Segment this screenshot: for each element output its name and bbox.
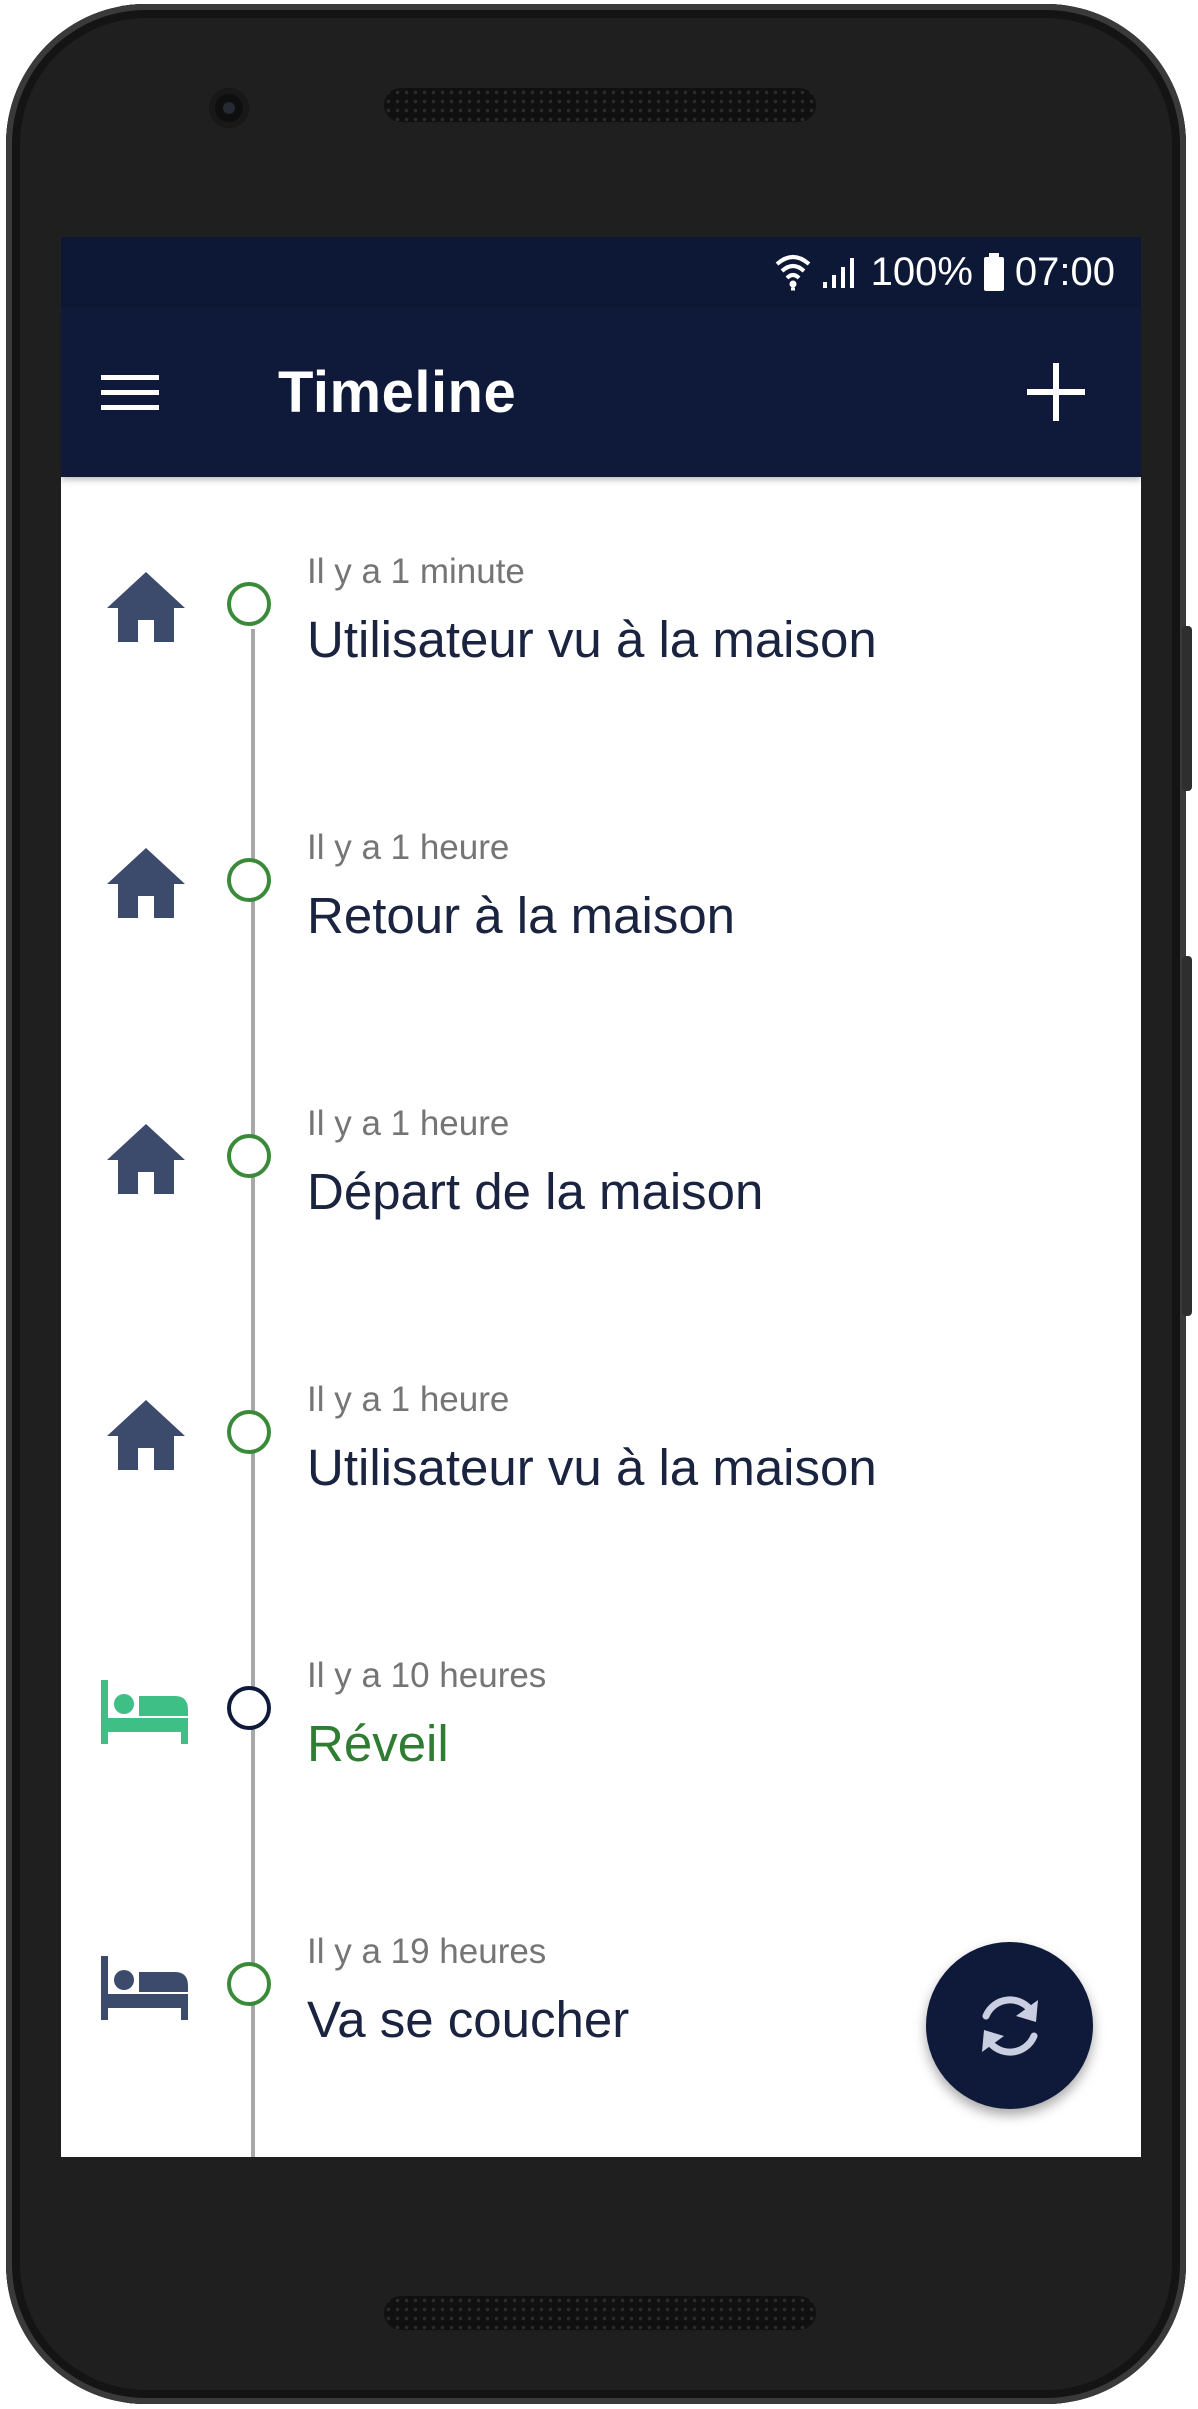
menu-icon[interactable] (101, 362, 161, 422)
item-label: Utilisateur vu à la maison (307, 611, 877, 668)
power-button (1182, 626, 1192, 791)
item-time: Il y a 1 heure (307, 1380, 510, 1419)
item-time: Il y a 1 heure (307, 828, 510, 867)
volume-button (1182, 956, 1192, 1316)
timeline-dot (227, 582, 271, 626)
timeline-list: Il y a 1 minute Utilisateur vu à la mais… (61, 477, 1141, 2157)
front-camera (209, 88, 249, 128)
wifi-icon (775, 255, 810, 291)
battery-icon (983, 253, 1004, 291)
timeline-dot (227, 1410, 271, 1454)
item-label: Utilisateur vu à la maison (307, 1439, 877, 1496)
phone-frame: 100% 07:00 Timeline Il y a 1 minute Util… (6, 4, 1192, 2404)
sync-button[interactable] (926, 1942, 1093, 2109)
sync-icon (981, 1995, 1038, 2056)
home-icon (107, 1400, 185, 1470)
signal-icon (822, 258, 854, 288)
item-time: Il y a 1 minute (307, 552, 525, 591)
timeline-item[interactable]: Il y a 1 heure Utilisateur vu à la maiso… (61, 1305, 1141, 1581)
item-time: Il y a 10 heures (307, 1656, 547, 1695)
top-speaker (384, 88, 816, 122)
timeline-item[interactable]: Il y a 1 minute Utilisateur vu à la mais… (61, 477, 1141, 753)
item-label: Va se coucher (307, 1991, 630, 2048)
timeline-dot (227, 858, 271, 902)
item-label: Réveil (307, 1715, 449, 1772)
item-time: Il y a 1 heure (307, 1104, 510, 1143)
timeline-item[interactable]: Il y a 1 heure Départ de la maison (61, 1029, 1141, 1305)
item-label: Départ de la maison (307, 1163, 764, 1220)
bed-icon (101, 1680, 188, 1744)
page-title: Timeline (278, 360, 517, 425)
bottom-speaker (384, 2296, 816, 2330)
timeline-dot (227, 1962, 271, 2006)
app-bar: Timeline (61, 307, 1141, 477)
home-icon (107, 1124, 185, 1194)
bed-icon (101, 1956, 188, 2020)
timeline-item[interactable]: Il y a 10 heures Réveil (61, 1581, 1141, 1857)
timeline-item[interactable]: Il y a 1 heure Retour à la maison (61, 753, 1141, 1029)
home-icon (107, 848, 185, 918)
plus-icon[interactable] (1021, 357, 1091, 427)
timeline-dot (227, 1134, 271, 1178)
clock: 07:00 (1014, 249, 1115, 294)
screen: 100% 07:00 Timeline Il y a 1 minute Util… (61, 237, 1141, 2157)
battery-percent: 100% (870, 249, 973, 294)
item-label: Retour à la maison (307, 887, 736, 944)
timeline-dot (227, 1686, 271, 1730)
home-icon (107, 572, 185, 642)
item-time: Il y a 19 heures (307, 1932, 547, 1971)
status-bar: 100% 07:00 (61, 237, 1141, 307)
